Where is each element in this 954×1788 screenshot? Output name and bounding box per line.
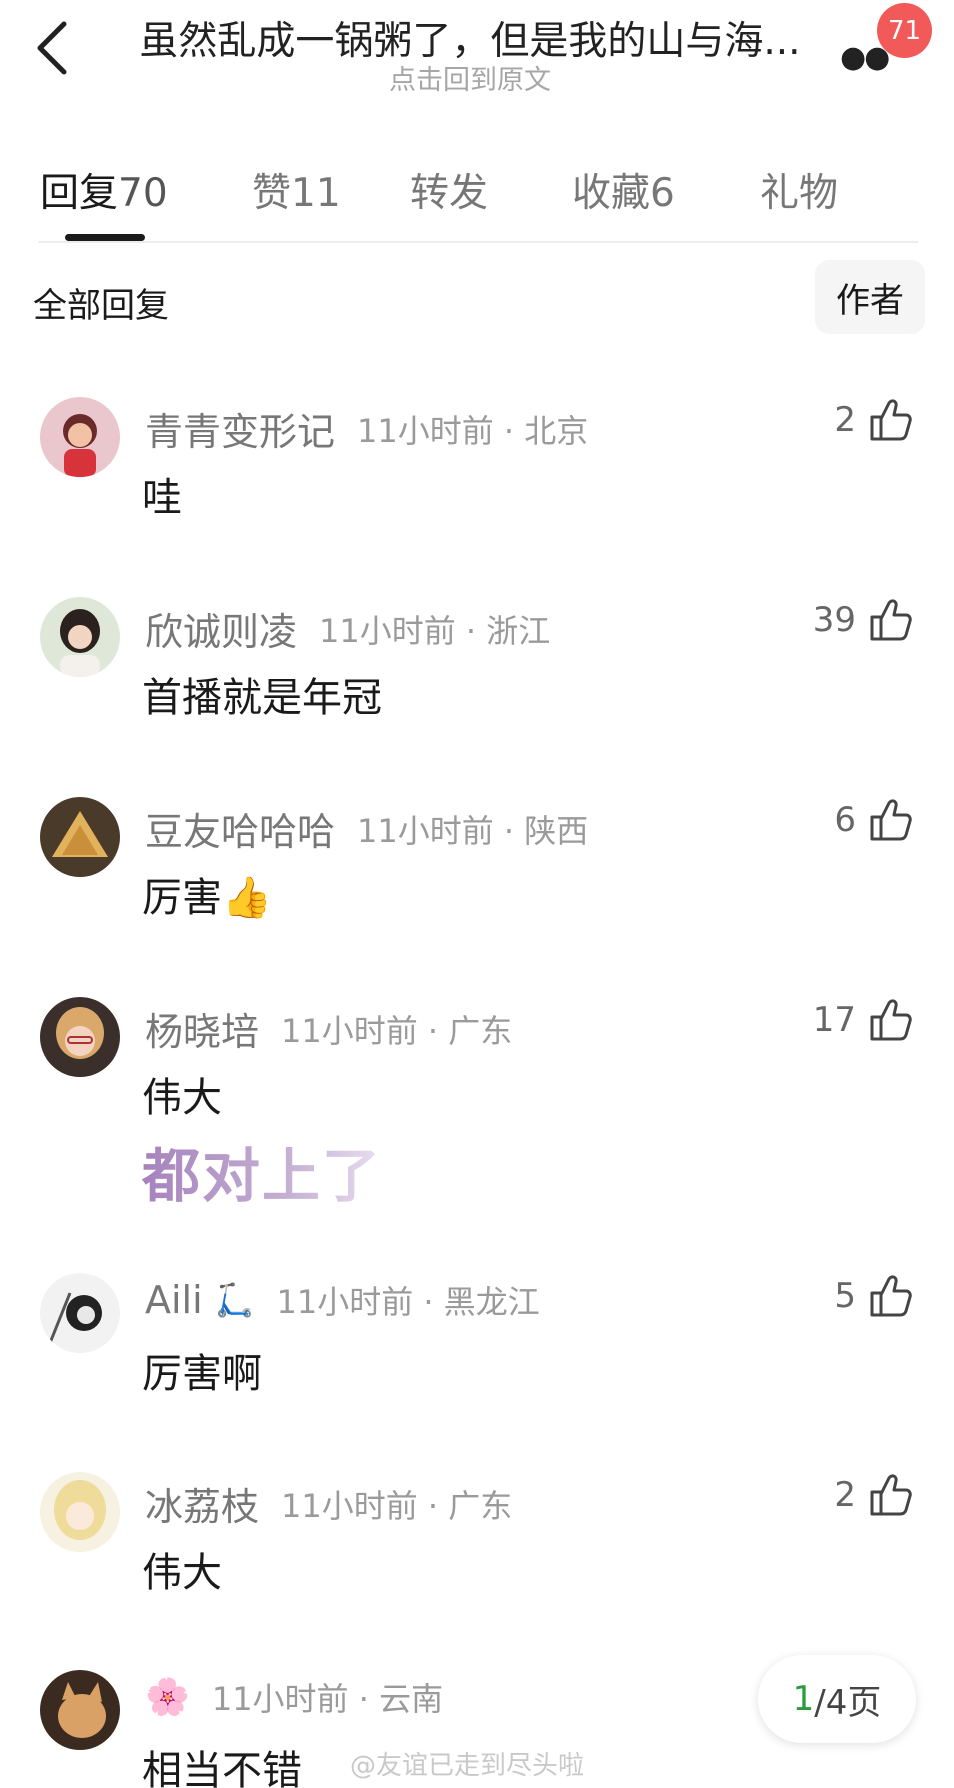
anime-girl-avatar[interactable]	[40, 1472, 120, 1552]
tab-likes[interactable]: 赞11	[252, 162, 341, 218]
comment-text: 伟大	[142, 1075, 222, 1121]
notification-badge: 71	[877, 3, 932, 58]
thumbs-up-icon	[870, 1474, 912, 1516]
time-location: 11小时前 · 广东	[281, 1011, 513, 1050]
back-arrow-icon[interactable]	[30, 18, 78, 78]
total-pages: /4页	[814, 1682, 882, 1723]
like-count: 2	[834, 400, 856, 440]
tab-reposts[interactable]: 转发	[410, 162, 488, 218]
user-badge-icon: 🛴	[214, 1281, 255, 1319]
time-location: 11小时前 · 黑龙江	[276, 1283, 540, 1321]
comment-text: 厉害👍	[142, 875, 272, 921]
time-location: 11小时前 · 广东	[281, 1486, 513, 1525]
comment-meta: 冰荔枝 11小时前 · 广东	[145, 1476, 512, 1531]
cat-avatar[interactable]	[40, 1670, 120, 1750]
like-count: 6	[834, 800, 856, 840]
thumbs-up-icon	[870, 1275, 912, 1317]
current-page: 1	[792, 1679, 815, 1719]
watermark: @友谊已走到尽头啦	[350, 1751, 585, 1781]
time-location: 11小时前 · 北京	[357, 411, 589, 450]
top-bar: 虽然乱成一锅粥了，但是我的山与海... 点击回到原文 ●● 71	[0, 0, 954, 110]
like-count: 5	[834, 1276, 856, 1316]
tab-count: 6	[650, 171, 675, 216]
like-button[interactable]: 5	[834, 1273, 912, 1319]
comment-text: 伟大	[142, 1550, 222, 1596]
username[interactable]: 杨晓培	[145, 1001, 259, 1056]
thumbs-up-icon	[870, 999, 912, 1041]
comment-meta: 杨晓培 11小时前 · 广东	[145, 1001, 512, 1056]
woman-photo-avatar[interactable]	[40, 597, 120, 677]
divider	[38, 241, 918, 243]
woman-glasses-avatar[interactable]	[40, 997, 120, 1077]
zongzi-avatar[interactable]	[40, 797, 120, 877]
thumbs-up-icon	[870, 399, 912, 441]
like-button[interactable]: 2	[834, 1472, 912, 1518]
all-replies-label: 全部回复	[33, 286, 169, 326]
active-tab-indicator	[65, 234, 145, 241]
username[interactable]: 欣诚则凌	[145, 601, 297, 656]
tab-favorites[interactable]: 收藏6	[572, 162, 675, 218]
time-location: 11小时前 · 陕西	[357, 811, 589, 850]
tab-bar: 回复70 赞11 转发 收藏6 礼物	[0, 150, 954, 245]
comment-text: 哇	[142, 475, 182, 521]
time-location: 11小时前 · 云南	[211, 1680, 444, 1718]
comment-meta: Aili 🛴 11小时前 · 黑龙江	[145, 1277, 540, 1323]
like-count: 39	[812, 600, 856, 640]
like-button[interactable]: 17	[813, 997, 912, 1043]
like-count: 17	[812, 1000, 856, 1040]
username[interactable]: 冰荔枝	[145, 1476, 259, 1531]
like-button[interactable]: 39	[813, 597, 912, 643]
tab-label: 赞	[252, 171, 292, 216]
tab-replies[interactable]: 回复70	[40, 162, 168, 218]
comment-text: 厉害啊	[142, 1351, 262, 1397]
username[interactable]: Aili	[145, 1278, 203, 1322]
time-location: 11小时前 · 浙江	[319, 611, 551, 650]
author-filter-button[interactable]: 作者	[815, 260, 925, 334]
like-count: 2	[834, 1475, 856, 1515]
cartoon-girl-avatar[interactable]	[40, 397, 120, 477]
comment-meta: 🌸 11小时前 · 云南	[145, 1674, 443, 1720]
comment-meta: 青青变形记 11小时前 · 北京	[145, 401, 588, 456]
thumbs-up-icon	[870, 799, 912, 841]
sketch-avatar[interactable]	[40, 1273, 120, 1353]
page-indicator[interactable]: 1/4页	[758, 1655, 916, 1743]
comment-text: 相当不错	[142, 1748, 302, 1788]
sticker-image: 都对上了	[142, 1129, 382, 1213]
tab-count: 11	[291, 171, 341, 216]
tab-count: 70	[118, 171, 168, 216]
tab-label: 收藏	[572, 171, 651, 216]
username[interactable]: 豆友哈哈哈	[145, 801, 335, 856]
username[interactable]: 🌸	[145, 1676, 190, 1718]
like-button[interactable]: 6	[834, 797, 912, 843]
thumbs-up-icon	[870, 599, 912, 641]
comment-text: 首播就是年冠	[142, 675, 382, 721]
tab-label: 礼物	[760, 171, 839, 216]
like-button[interactable]: 2	[834, 397, 912, 443]
username[interactable]: 青青变形记	[145, 401, 335, 456]
back-to-original-link[interactable]: 点击回到原文	[120, 58, 820, 97]
tab-label: 转发	[410, 171, 489, 216]
comment-meta: 豆友哈哈哈 11小时前 · 陕西	[145, 801, 588, 856]
tab-label: 回复	[40, 171, 119, 216]
comment-meta: 欣诚则凌 11小时前 · 浙江	[145, 601, 550, 656]
tab-gifts[interactable]: 礼物	[760, 162, 838, 218]
